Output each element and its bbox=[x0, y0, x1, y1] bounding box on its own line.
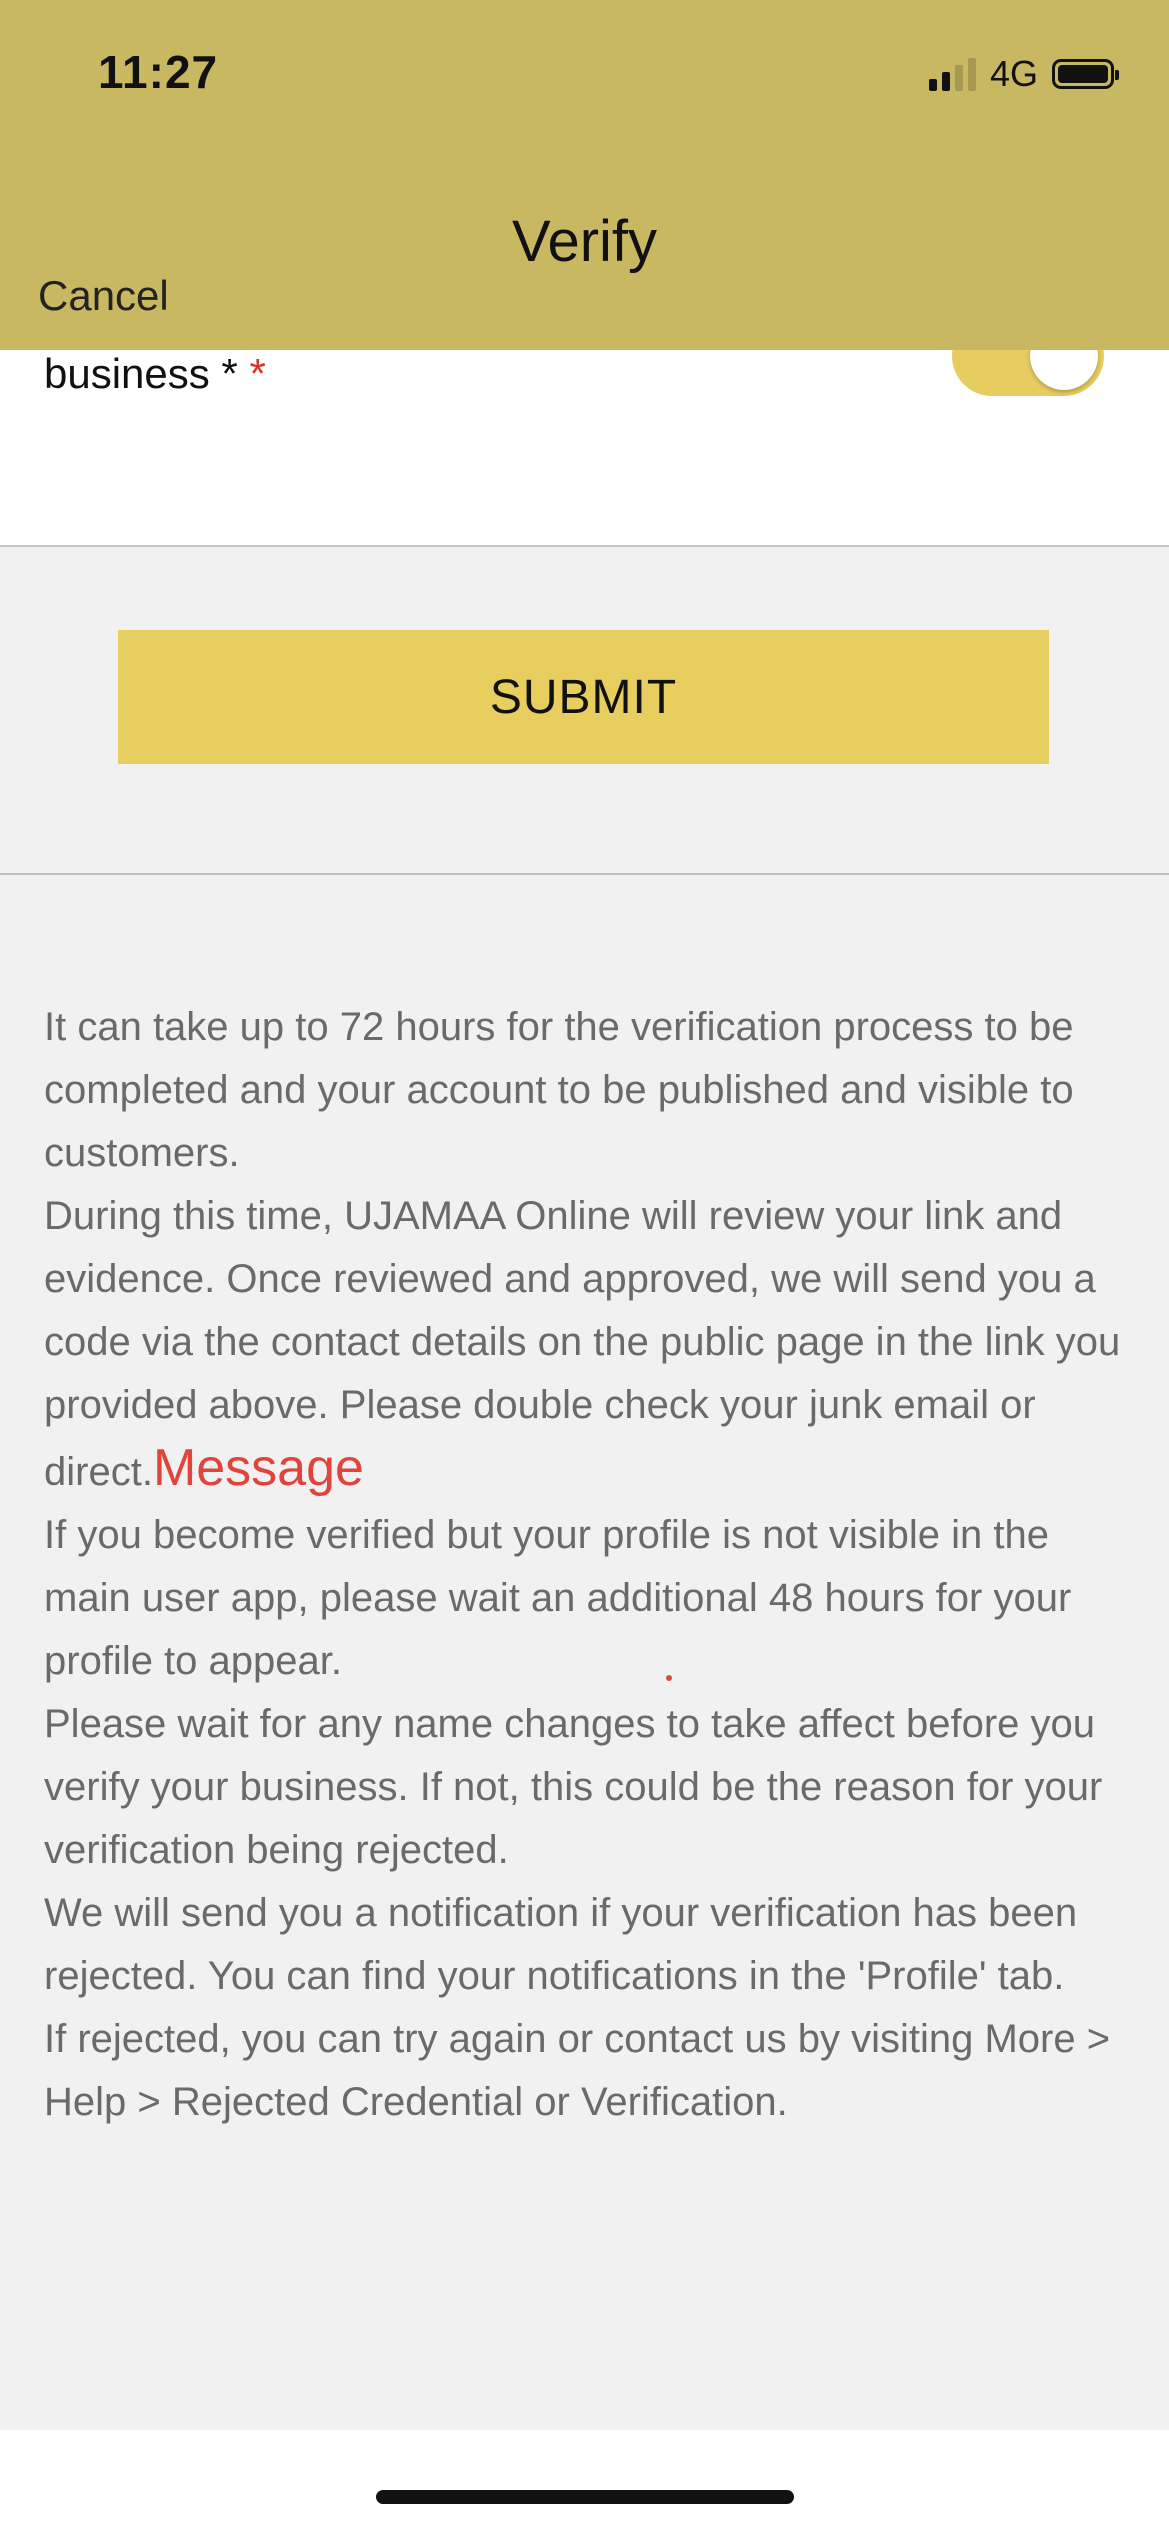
nav-header: 11:27 4G Verify Cancel bbox=[0, 0, 1169, 350]
cancel-button[interactable]: Cancel bbox=[38, 272, 169, 320]
info-paragraph: Please wait for any name changes to take… bbox=[44, 1702, 1103, 1872]
bottom-safe-area bbox=[0, 2430, 1169, 2532]
info-paragraph-with-annotation: During this time, UJAMAA Online will rev… bbox=[44, 1185, 1134, 1504]
status-time: 11:27 bbox=[98, 46, 219, 98]
network-type: 4G bbox=[989, 53, 1038, 94]
submit-area: SUBMIT bbox=[0, 547, 1169, 875]
annotation-dot bbox=[666, 1675, 672, 1681]
info-paragraph: It can take up to 72 hours for the verif… bbox=[44, 1005, 1074, 1175]
page-title: Verify bbox=[511, 209, 658, 274]
submit-button[interactable]: SUBMIT bbox=[118, 630, 1049, 764]
info-paragraph: We will send you a notification if your … bbox=[44, 1891, 1078, 1998]
message-annotation: Message bbox=[152, 1439, 364, 1497]
signal-icon bbox=[928, 57, 976, 91]
status-indicators: 4G bbox=[928, 52, 1119, 96]
required-marker: * bbox=[249, 350, 266, 397]
home-indicator[interactable] bbox=[376, 2490, 794, 2504]
field-label-text: business * bbox=[44, 350, 238, 397]
business-field-label: business * * bbox=[44, 350, 266, 398]
battery-icon bbox=[1052, 59, 1119, 89]
info-paragraph: If rejected, you can try again or contac… bbox=[44, 2017, 1111, 2124]
verification-info: It can take up to 72 hours for the verif… bbox=[44, 996, 1134, 2134]
info-paragraph: If you become verified but your profile … bbox=[44, 1513, 1072, 1683]
